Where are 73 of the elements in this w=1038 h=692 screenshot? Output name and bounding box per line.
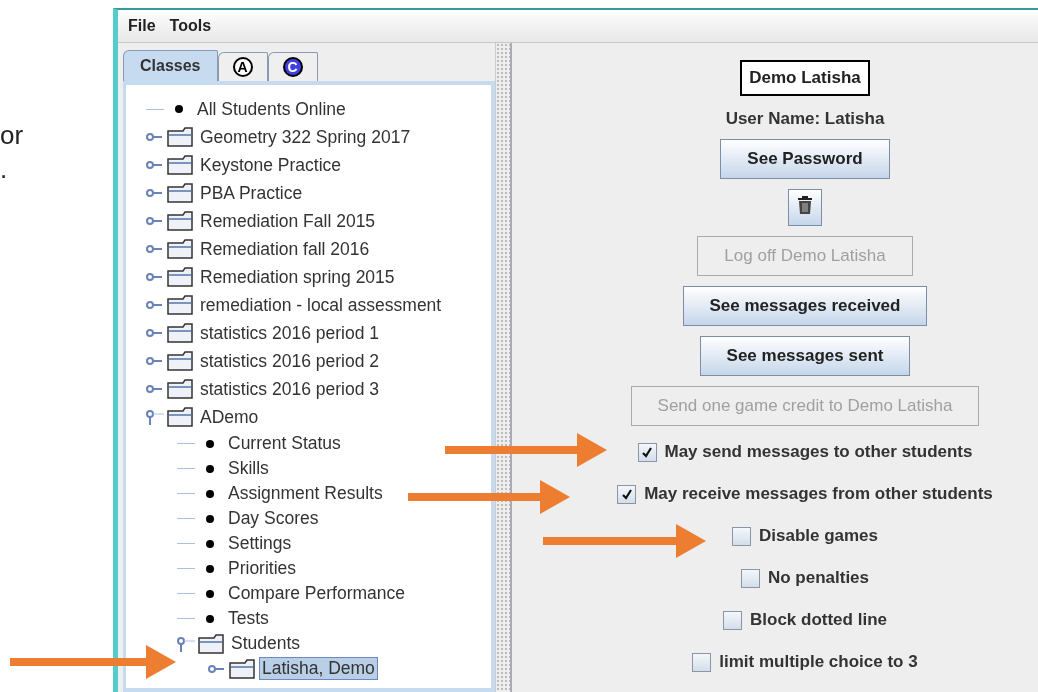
checkbox-label[interactable]: limit multiple choice to 3 (719, 652, 918, 672)
bullet-icon (206, 564, 214, 573)
tree-item[interactable]: Keystone Practice (197, 153, 345, 177)
folder-icon (166, 350, 194, 372)
tree-item[interactable]: Students (228, 632, 304, 655)
checkbox-label[interactable]: May send messages to other students (664, 442, 973, 462)
tree-item[interactable]: Remediation spring 2015 (197, 265, 398, 289)
action-button[interactable]: See messages sent (699, 336, 911, 376)
folder-icon (166, 182, 194, 204)
tree-item[interactable]: Assignment Results (225, 482, 386, 505)
folder-icon (166, 322, 194, 344)
folder-icon (166, 154, 194, 176)
tree-item[interactable]: Skills (225, 457, 272, 480)
check-icon (640, 445, 654, 459)
checkbox[interactable] (723, 610, 742, 630)
tree-item[interactable]: Geometry 322 Spring 2017 (197, 125, 414, 149)
tree-item[interactable]: PBA Practice (197, 181, 306, 205)
tab[interactable]: Classes (123, 50, 218, 81)
folder-icon (197, 632, 225, 655)
bullet-icon (175, 105, 183, 113)
slide-text: or (0, 119, 24, 152)
bullet-icon (206, 614, 214, 623)
tab[interactable]: C (267, 52, 318, 81)
tree-item[interactable]: Remediation Fall 2015 (197, 209, 379, 233)
checkbox[interactable] (617, 484, 637, 504)
bullet-icon (206, 539, 214, 548)
menu-item[interactable]: File (128, 17, 156, 35)
folder-icon (228, 657, 256, 680)
check-icon (619, 487, 634, 501)
bullet-icon (206, 514, 214, 523)
tree-item[interactable]: All Students Online (194, 97, 349, 121)
bullet-icon (206, 589, 214, 598)
bullet-icon (206, 439, 214, 448)
folder-icon (166, 378, 194, 400)
action-button[interactable]: See Password (720, 139, 890, 179)
tree-item[interactable]: Remediation fall 2016 (197, 237, 373, 261)
tree-item[interactable]: statistics 2016 period 3 (197, 377, 382, 401)
tree-item[interactable]: statistics 2016 period 1 (197, 321, 382, 345)
folder-icon (166, 266, 194, 288)
tree-item[interactable]: Latisha, Demo (259, 657, 378, 680)
checkbox[interactable] (740, 568, 760, 588)
tree-item[interactable]: Compare Performance (225, 582, 409, 605)
splitter-handle[interactable] (495, 43, 512, 692)
menu-item[interactable]: Tools (169, 17, 212, 35)
tree-item[interactable]: Tests (225, 607, 272, 630)
slide-text: . (0, 153, 8, 186)
checkbox[interactable] (692, 652, 712, 672)
tree-item[interactable]: statistics 2016 period 2 (197, 349, 382, 373)
checkbox-label[interactable]: Disable games (758, 526, 879, 546)
tree-item[interactable]: remediation - local assessment (197, 293, 445, 317)
folder-icon (166, 210, 194, 232)
folder-icon (166, 406, 194, 428)
tree-item[interactable]: Current Status (225, 432, 344, 455)
folder-icon (166, 294, 194, 316)
bullet-icon (206, 489, 214, 498)
delete-button[interactable] (788, 189, 822, 226)
folder-icon (166, 126, 194, 148)
tab[interactable]: A (217, 52, 268, 81)
checkbox[interactable] (637, 442, 657, 462)
checkbox[interactable] (731, 526, 751, 546)
trash-icon (797, 195, 813, 215)
user-name-label: User Name: Latisha (725, 109, 885, 129)
tree-item[interactable]: Settings (225, 532, 295, 555)
tree-item[interactable]: Day Scores (225, 507, 322, 530)
action-button[interactable]: See messages received (682, 286, 928, 326)
checkbox-label[interactable]: No penalties (767, 568, 870, 588)
folder-icon (166, 238, 194, 260)
checkbox-label[interactable]: May receive messages from other students (644, 484, 993, 504)
checkbox-label[interactable]: Block dotted line (750, 610, 887, 630)
student-name: Demo Latisha (740, 60, 870, 96)
tree-item[interactable]: Priorities (225, 557, 300, 580)
tree-item[interactable]: ADemo (197, 405, 262, 429)
bullet-icon (206, 464, 214, 473)
